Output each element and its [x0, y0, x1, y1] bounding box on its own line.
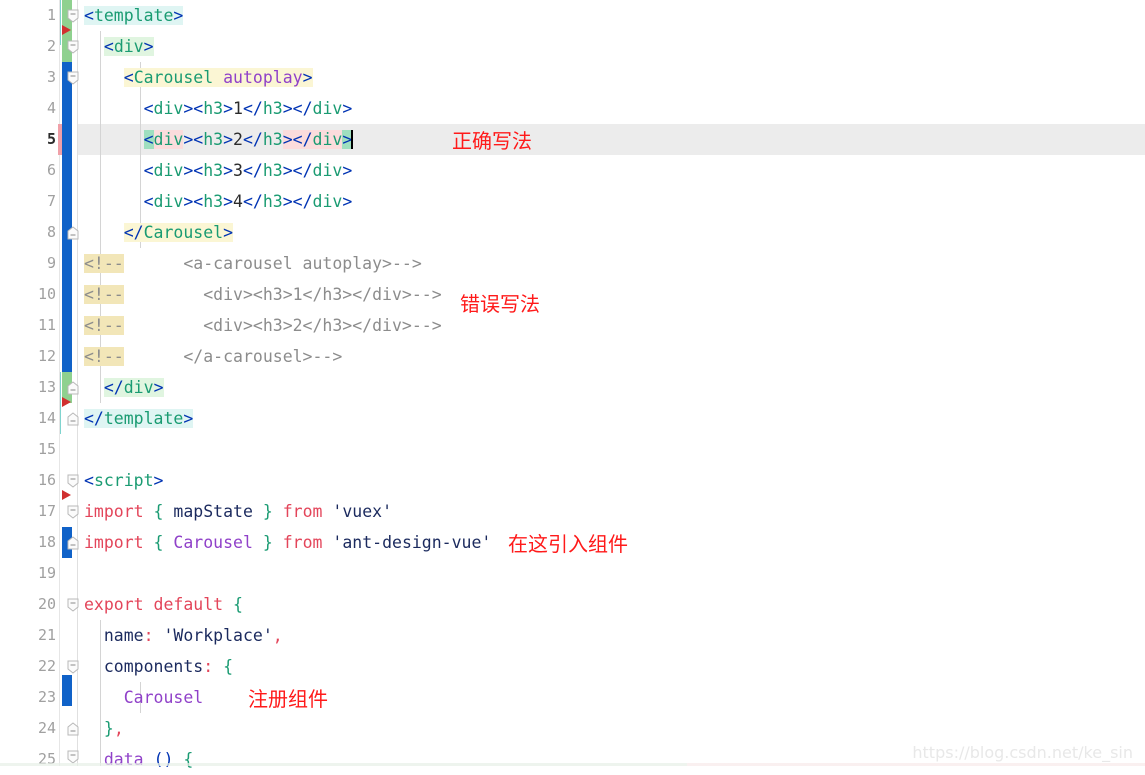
line-number-16[interactable]: 16	[0, 465, 56, 496]
line-number-10[interactable]: 10	[0, 279, 56, 310]
code-line-15[interactable]	[78, 434, 1145, 465]
line-number-19[interactable]: 19	[0, 558, 56, 589]
code-line-17[interactable]: import { mapState } from 'vuex'	[78, 496, 1145, 527]
line-number-20[interactable]: 20	[0, 589, 56, 620]
line-number-13[interactable]: 13	[0, 372, 56, 403]
line-number-15[interactable]: 15	[0, 434, 56, 465]
code-line-21[interactable]: name: 'Workplace',	[78, 620, 1145, 651]
collapsed-region-icon-1[interactable]	[62, 25, 71, 35]
line-number-21[interactable]: 21	[0, 620, 56, 651]
code-editor[interactable]: ‹ 1 2	[0, 0, 1145, 769]
line-number-5[interactable]: 5	[0, 124, 56, 155]
code-content-area[interactable]: <template> <div> <Carousel autoplay> <di…	[78, 0, 1145, 769]
code-line-1[interactable]: <template>	[78, 0, 1145, 31]
line-number-22[interactable]: 22	[0, 651, 56, 682]
code-line-16[interactable]: <script>	[78, 465, 1145, 496]
code-line-10[interactable]: <!-- <div><h3>1</h3></div>-->	[78, 279, 1145, 310]
collapsed-region-icon-3[interactable]	[62, 490, 71, 500]
line-number-9[interactable]: 9	[0, 248, 56, 279]
line-number-11[interactable]: 11	[0, 310, 56, 341]
code-line-14[interactable]: </template>	[78, 403, 1145, 434]
code-line-2[interactable]: <div>	[78, 31, 1145, 62]
watermark: https://blog.csdn.net/ke_sin	[912, 743, 1133, 762]
line-number-7[interactable]: 7	[0, 186, 56, 217]
gutter-accent-top	[60, 0, 61, 45]
code-line-19[interactable]	[78, 558, 1145, 589]
line-number-12[interactable]: 12	[0, 341, 56, 372]
line-number-24[interactable]: 24	[0, 713, 56, 744]
code-line-8[interactable]: </Carousel>	[78, 217, 1145, 248]
collapsed-region-icon-2[interactable]	[62, 397, 71, 407]
line-number-18[interactable]: 18	[0, 527, 56, 558]
line-number-1[interactable]: 1	[0, 0, 56, 31]
code-line-3[interactable]: <Carousel autoplay>	[78, 62, 1145, 93]
code-line-11[interactable]: <!-- <div><h3>2</h3></div>-->	[78, 310, 1145, 341]
code-line-9[interactable]: <!-- <a-carousel autoplay>-->	[78, 248, 1145, 279]
gutter-accent-mid	[60, 372, 61, 434]
annotation-correct-usage: 正确写法	[452, 129, 532, 153]
line-number-23[interactable]: 23	[0, 682, 56, 713]
change-bar-modified-3[interactable]	[62, 675, 72, 706]
code-line-7[interactable]: <div><h3>4</h3></div>	[78, 186, 1145, 217]
code-line-22[interactable]: components: {	[78, 651, 1145, 682]
line-number-8[interactable]: 8	[0, 217, 56, 248]
annotation-import-here: 在这引入组件	[508, 532, 628, 556]
editor-gutter[interactable]: 1 2 3 4 5 6 7 8 9 10 11 12 13 14 15 16 1…	[0, 0, 79, 768]
annotation-wrong-usage: 错误写法	[460, 292, 540, 316]
code-line-12[interactable]: <!-- </a-carousel>-->	[78, 341, 1145, 372]
line-number-4[interactable]: 4	[0, 93, 56, 124]
change-bar-deleted[interactable]	[58, 124, 62, 155]
code-line-23[interactable]: Carousel	[78, 682, 1145, 713]
line-number-2[interactable]: 2	[0, 31, 56, 62]
code-line-13[interactable]: </div>	[78, 372, 1145, 403]
code-line-5[interactable]: <div><h3>2</h3></div>	[78, 124, 1145, 155]
line-number-6[interactable]: 6	[0, 155, 56, 186]
text-caret	[351, 130, 354, 149]
code-line-4[interactable]: <div><h3>1</h3></div>	[78, 93, 1145, 124]
line-number-25[interactable]: 25	[0, 744, 56, 775]
code-line-6[interactable]: <div><h3>3</h3></div>	[78, 155, 1145, 186]
code-line-24[interactable]: },	[78, 713, 1145, 744]
line-number-17[interactable]: 17	[0, 496, 56, 527]
change-bar-modified-1[interactable]	[62, 62, 72, 372]
line-number-3[interactable]: 3	[0, 62, 56, 93]
line-number-14[interactable]: 14	[0, 403, 56, 434]
code-line-20[interactable]: export default {	[78, 589, 1145, 620]
annotation-register-component: 注册组件	[248, 687, 328, 711]
